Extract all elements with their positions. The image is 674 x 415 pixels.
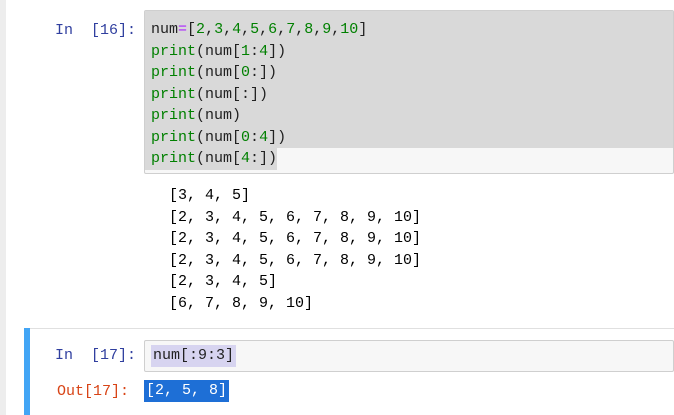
code-line: print(num[1:4]) (151, 42, 287, 60)
output-line: [2, 3, 4, 5, 6, 7, 8, 9, 10] (169, 251, 422, 269)
output-line: [3, 4, 5] (169, 187, 251, 204)
code-line: print(num[4:]) (151, 150, 278, 167)
cell-output: [2, 5, 8] (144, 380, 230, 402)
cell-output: [3, 4, 5] [2, 3, 4, 5, 6, 7, 8, 9, 10] [… (169, 185, 421, 314)
code-lines: num=[2,3,4,5,6,7,8,9,10] print(num[1:4])… (151, 19, 367, 170)
code-line: print(num[0:4]) (151, 128, 287, 146)
code-line: print(num[:]) (151, 85, 269, 103)
output-line: [2, 3, 4, 5] (169, 273, 278, 290)
code-editor[interactable]: num=[2,3,4,5,6,7,8,9,10] print(num[1:4])… (144, 10, 674, 174)
code-editor[interactable]: num[:9:3] (144, 340, 674, 372)
output-prompt: Out[17]: (57, 383, 130, 400)
input-prompt: In [17]: (55, 347, 137, 364)
output-line: [2, 3, 4, 5, 6, 7, 8, 9, 10] (169, 208, 422, 226)
code-line: print(num[0:]) (151, 64, 278, 81)
output-line: [6, 7, 8, 9, 10] (169, 294, 314, 312)
input-prompt: In [16]: (55, 22, 137, 39)
notebook-left-gutter (0, 0, 6, 415)
code-line: num[:9:3] (151, 345, 237, 367)
code-line: print(num) (151, 107, 242, 124)
output-line: [2, 3, 4, 5, 6, 7, 8, 9, 10] (169, 230, 422, 247)
code-line: num=[2,3,4,5,6,7,8,9,10] (151, 21, 368, 38)
